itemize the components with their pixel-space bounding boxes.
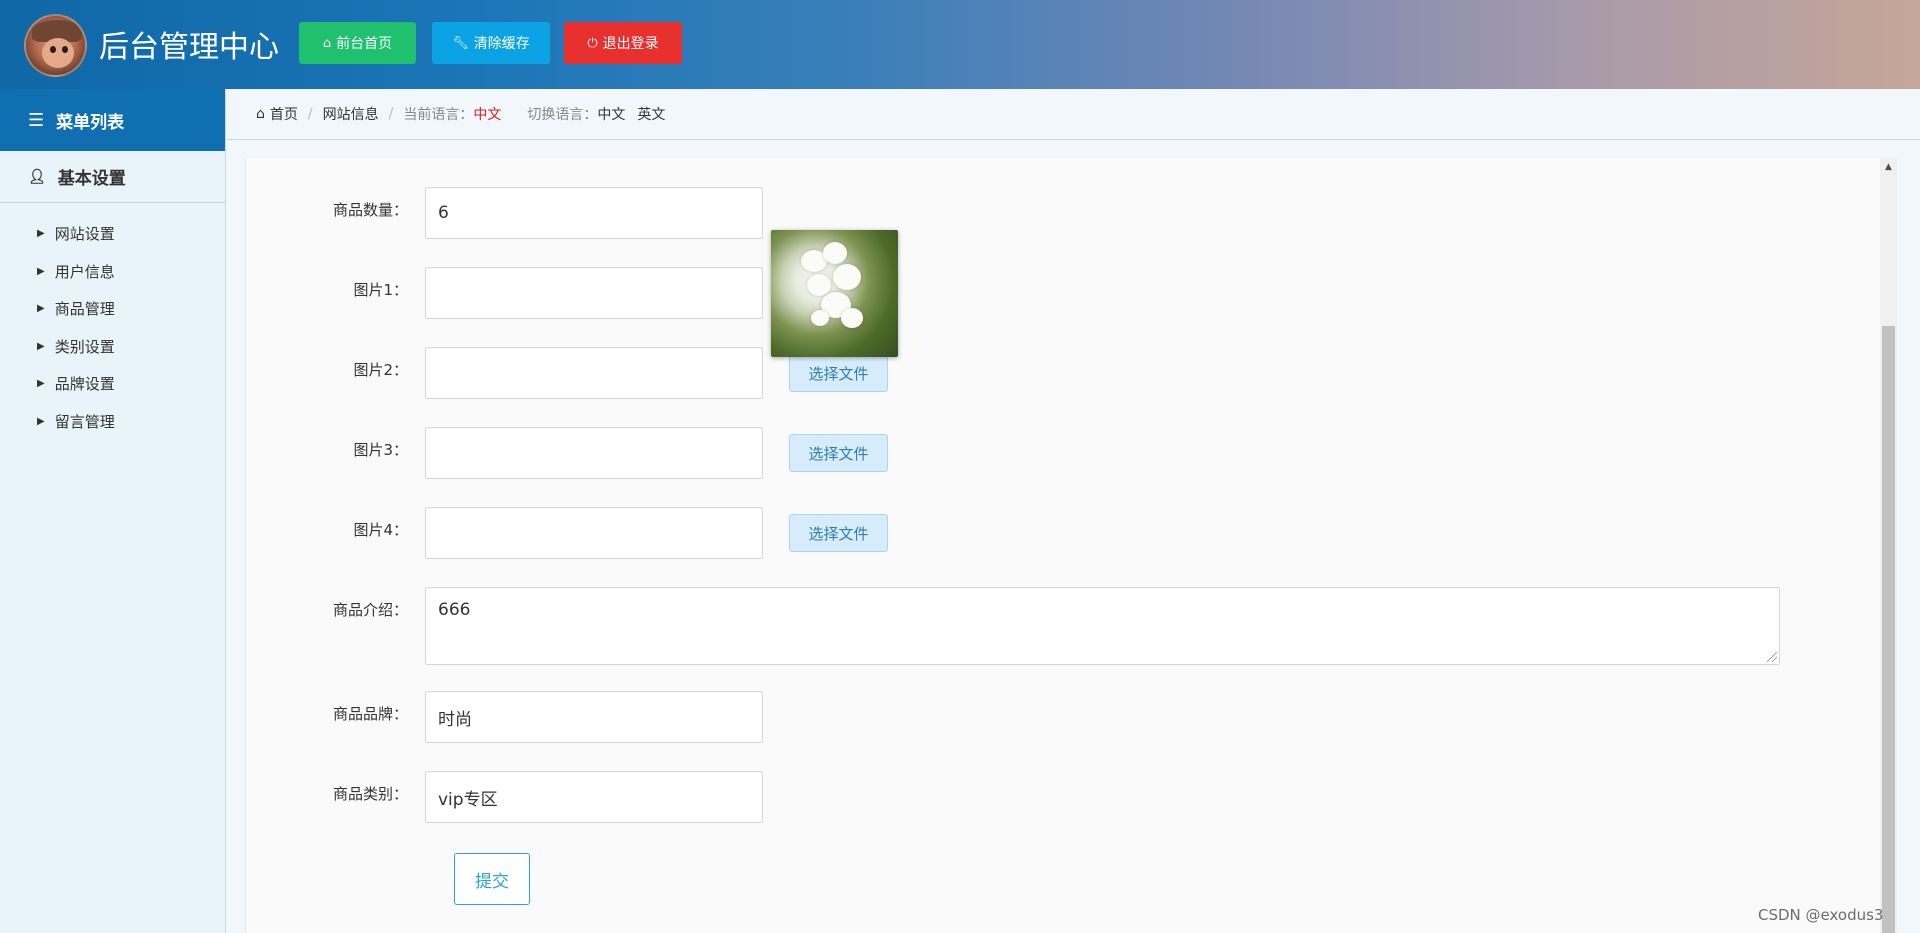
- logout-label: 退出登录: [602, 36, 659, 52]
- image-preview-thumbnail: [771, 230, 898, 357]
- wrench-icon: 🔧︎: [452, 35, 469, 51]
- category-input[interactable]: vip专区: [425, 771, 763, 823]
- scrollbar-thumb[interactable]: [1882, 326, 1895, 933]
- intro-text: 666: [438, 600, 471, 620]
- switch-language-label: 切换语言：: [527, 107, 598, 123]
- brand-label: 商品品牌：: [332, 705, 408, 723]
- breadcrumb-separator: /: [307, 106, 313, 122]
- breadcrumb-separator: /: [388, 106, 394, 122]
- image2-label: 图片2：: [353, 361, 408, 379]
- image4-label: 图片4：: [353, 521, 408, 539]
- app-title: 后台管理中心: [99, 30, 279, 65]
- submit-button[interactable]: 提交: [454, 853, 530, 905]
- sidebar-item-message-management[interactable]: ▶ 留言管理: [0, 403, 225, 441]
- frontend-home-label: 前台首页: [336, 36, 393, 52]
- current-language-value: 中文: [473, 107, 502, 123]
- home-icon: ⌂: [322, 35, 332, 51]
- power-icon: ⏻: [587, 35, 598, 51]
- image3-choose-file-button[interactable]: 选择文件: [789, 434, 888, 472]
- image2-choose-file-button[interactable]: 选择文件: [789, 354, 888, 392]
- basic-settings-title: 基本设置: [57, 169, 126, 189]
- clear-cache-label: 清除缓存: [473, 36, 530, 52]
- user-icon: 👤︎: [28, 168, 46, 185]
- sidebar-item-label: 商品管理: [54, 300, 115, 319]
- sidebar-item-site-settings[interactable]: ▶ 网站设置: [0, 215, 225, 253]
- logout-button[interactable]: ⏻ 退出登录: [564, 22, 682, 64]
- image3-input[interactable]: [425, 427, 763, 479]
- sidebar-item-label: 品牌设置: [54, 375, 115, 394]
- image3-label: 图片3：: [353, 441, 408, 459]
- resize-handle-icon[interactable]: [1767, 652, 1777, 662]
- clear-cache-button[interactable]: 🔧︎ 清除缓存: [432, 22, 550, 64]
- image2-input[interactable]: [425, 347, 763, 399]
- watermark: CSDN @exodus3: [1758, 906, 1884, 924]
- brand-input[interactable]: 时尚: [425, 691, 763, 743]
- sidebar-item-label: 留言管理: [54, 412, 115, 431]
- image1-label: 图片1：: [353, 281, 408, 299]
- sidebar-nav: ▶ 网站设置 ▶ 用户信息 ▶ 商品管理 ▶ 类别设置 ▶ 品牌设置 ▶ 留言管…: [0, 203, 225, 440]
- breadcrumb-current-link[interactable]: 网站信息: [323, 104, 379, 124]
- vertical-scrollbar[interactable]: ▲: [1880, 158, 1897, 933]
- switch-language-chinese[interactable]: 中文: [597, 104, 625, 124]
- menu-list-header: ☰ 菜单列表: [0, 89, 225, 151]
- breadcrumb-home-link[interactable]: 首页: [270, 104, 298, 124]
- sidebar-item-category-settings[interactable]: ▶ 类别设置: [0, 328, 225, 366]
- image1-input[interactable]: [425, 267, 763, 319]
- intro-textarea[interactable]: 666: [425, 587, 1780, 665]
- breadcrumb: ⌂ 首页 / 网站信息 / 当前语言： 中文 切换语言： 中文 英文: [227, 89, 1920, 140]
- quantity-input[interactable]: 6: [425, 187, 763, 239]
- caret-right-icon: ▶: [37, 415, 45, 427]
- basic-settings-section[interactable]: 👤︎ 基本设置: [0, 151, 225, 203]
- caret-right-icon: ▶: [37, 340, 45, 352]
- sidebar-item-label: 网站设置: [54, 225, 115, 244]
- frontend-home-button[interactable]: ⌂ 前台首页: [299, 22, 416, 64]
- sidebar-item-brand-settings[interactable]: ▶ 品牌设置: [0, 365, 225, 403]
- current-language-label: 当前语言：: [403, 107, 474, 123]
- menu-list-title: 菜单列表: [56, 112, 125, 133]
- scroll-up-arrow-icon[interactable]: ▲: [1880, 158, 1897, 175]
- home-icon: ⌂: [256, 106, 265, 122]
- switch-language-english[interactable]: 英文: [637, 104, 665, 124]
- image4-choose-file-button[interactable]: 选择文件: [789, 514, 888, 552]
- caret-right-icon: ▶: [37, 228, 45, 240]
- sidebar-item-label: 类别设置: [54, 337, 115, 356]
- content-panel: 商品数量： 6 图片1： 图片2： 选择文件 图片3： 选择文件 图片4： 选择…: [245, 158, 1882, 933]
- caret-right-icon: ▶: [37, 378, 45, 390]
- image4-input[interactable]: [425, 507, 763, 559]
- category-label: 商品类别：: [332, 785, 408, 803]
- avatar: [24, 14, 87, 77]
- caret-right-icon: ▶: [37, 303, 45, 315]
- sidebar-item-product-management[interactable]: ▶ 商品管理: [0, 290, 225, 328]
- top-header: 后台管理中心 ⌂ 前台首页 🔧︎ 清除缓存 ⏻ 退出登录: [0, 0, 1920, 89]
- intro-label: 商品介绍：: [332, 601, 408, 619]
- quantity-label: 商品数量：: [332, 201, 408, 219]
- sidebar-item-label: 用户信息: [54, 262, 115, 281]
- list-icon: ☰: [28, 109, 45, 131]
- sidebar-item-user-info[interactable]: ▶ 用户信息: [0, 253, 225, 291]
- sidebar: ☰ 菜单列表 👤︎ 基本设置 ▶ 网站设置 ▶ 用户信息 ▶ 商品管理 ▶ 类别…: [0, 89, 226, 933]
- caret-right-icon: ▶: [37, 265, 45, 277]
